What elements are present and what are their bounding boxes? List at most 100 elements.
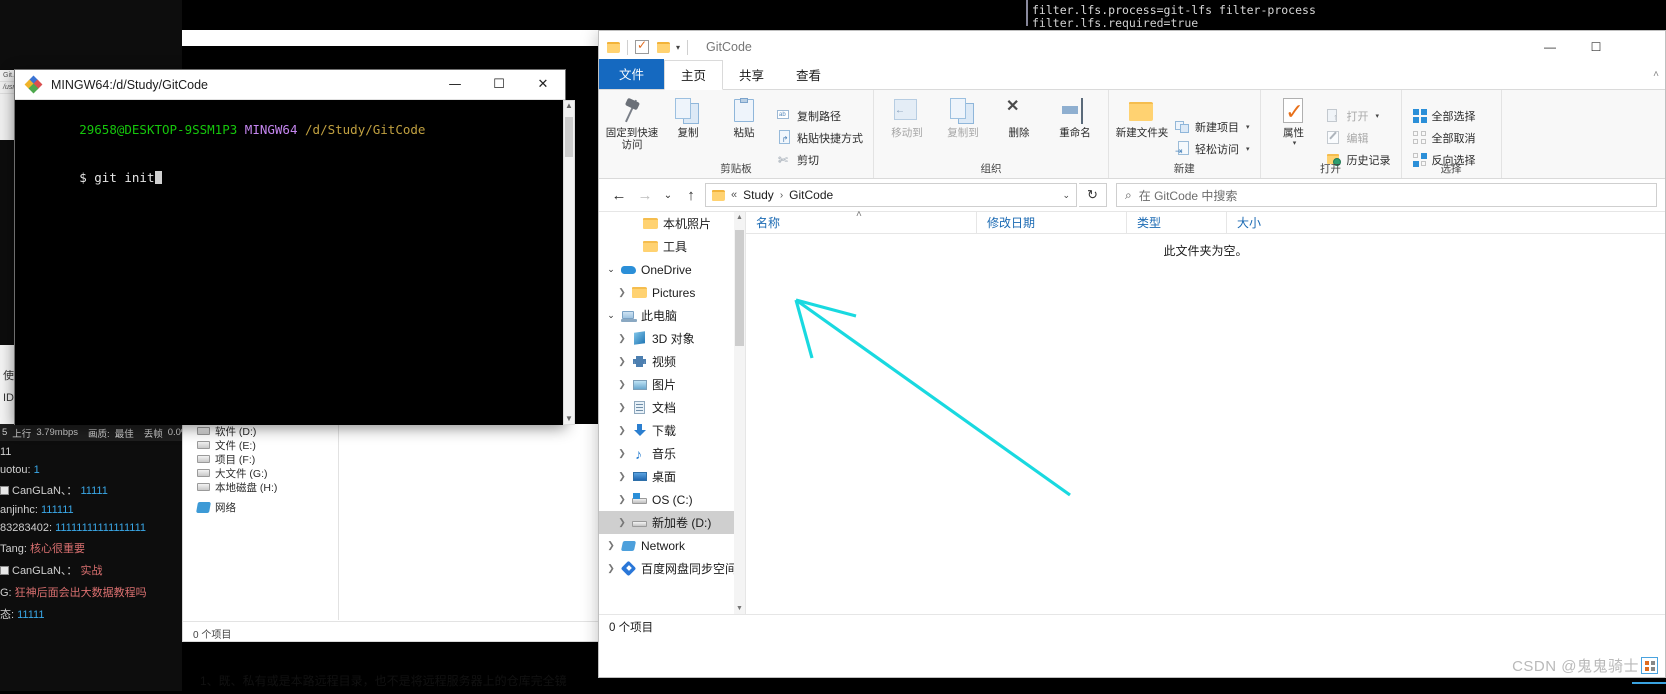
address-dropdown-icon[interactable]: ⌄ [1062,190,1070,201]
back-button[interactable]: ← [607,183,631,207]
breadcrumb-gitcode[interactable]: GitCode [789,188,833,202]
nav-item-本机照片[interactable]: 本机照片 [599,212,745,235]
nav-item-文档[interactable]: ❯ 文档 [599,396,745,419]
column-header-修改日期[interactable]: 修改日期 [976,211,1126,234]
nav-scroll-up-arrow[interactable]: ▲ [734,214,745,221]
chevron-right-icon[interactable]: ❯ [605,540,617,551]
address-folder-icon [712,189,725,201]
terminal-scrollbar[interactable]: ▲ ▼ [563,100,575,425]
ribbon-tab-strip[interactable]: 文件 主页 共享 查看 [599,59,1665,90]
ribbon-button-打开[interactable]: ↑ 打开 ▾ [1323,106,1395,125]
terminal-output-area[interactable]: 29658@DESKTOP-9SSM1P3 MINGW64 /d/Study/G… [15,100,565,425]
nav-item-此电脑[interactable]: ⌄ 此电脑 [599,304,745,327]
chevron-right-icon[interactable]: ❯ [616,471,628,482]
terminal-maximize-button[interactable]: ☐ [477,70,521,100]
ribbon-button-新建项目[interactable]: 新建项目 ▾ [1171,117,1254,136]
nav-scroll-thumb[interactable] [735,230,744,346]
chevron-down-icon[interactable]: ⌄ [605,310,617,321]
navigation-tree[interactable]: 本机照片 工具 ⌄ OneDrive ❯ Pictures ⌄ 此电脑 ❯ 3D 对象 ❯ 视频 ❯ 图片… [599,212,745,580]
column-header-row[interactable]: 名称 ˄ 修改日期 类型 大小 [746,209,1665,234]
chevron-right-icon[interactable]: ❯ [616,379,628,390]
nav-item-音乐[interactable]: ❯ ♪ 音乐 [599,442,745,465]
chevron-right-icon[interactable]: ❯ [616,425,628,436]
forward-button[interactable]: → [633,183,657,207]
file-explorer-window[interactable]: ▾ GitCode — ☐ 文件主页共享查看 固定到快速访问 复制 粘贴 ab 复制路径… [598,30,1666,678]
nav-item-下载[interactable]: ❯ 下载 [599,419,745,442]
tab-share[interactable]: 共享 [723,61,780,89]
chevron-right-icon[interactable]: ❯ [616,517,628,528]
nav-item-视频[interactable]: ❯ 视频 [599,350,745,373]
nav-item-3D 对象[interactable]: ❯ 3D 对象 [599,327,745,350]
ribbon-button-编辑[interactable]: 编辑 [1323,128,1395,147]
copy-to-icon [950,98,976,124]
explorer-minimize-button[interactable]: — [1527,31,1573,63]
tab-file[interactable]: 文件 [599,59,665,89]
ribbon-collapse-icon[interactable]: ˄ [1653,69,1659,80]
ribbon-button-全部取消[interactable]: 全部取消 [1408,128,1480,147]
navigation-pane[interactable]: 本机照片 工具 ⌄ OneDrive ❯ Pictures ⌄ 此电脑 ❯ 3D 对象 ❯ 视频 ❯ 图片… [599,212,746,614]
explorer-maximize-button[interactable]: ☐ [1573,31,1619,63]
chevron-right-icon[interactable]: ❯ [616,333,628,344]
ribbon-button-轻松访问[interactable]: ⇥ 轻松访问 ▾ [1171,139,1254,158]
file-list-pane[interactable]: 名称 ˄ 修改日期 类型 大小 此文件夹为空。 [746,209,1665,614]
ribbon-toolbar[interactable]: 固定到快速访问 复制 粘贴 ab 复制路径 ↱ 粘贴快捷方式 ✄ 剪切 剪贴板 ← 移动到 复制到 ✕ 删除… [599,89,1665,179]
new-folder-icon[interactable] [657,41,670,53]
terminal-title-bar[interactable]: MINGW64:/d/Study/GitCode — ☐ ✕ [15,70,565,100]
column-header-名称[interactable]: 名称 ˄ [746,209,976,234]
refresh-button[interactable]: ↻ [1079,183,1107,207]
scroll-up-arrow[interactable]: ▲ [564,101,574,110]
address-bar[interactable]: « Study › GitCode ⌄ [705,183,1077,207]
breadcrumb-study[interactable]: Study [743,188,774,202]
nav-item-工具[interactable]: 工具 [599,235,745,258]
chevron-right-icon[interactable]: ❯ [616,356,628,367]
properties-check-icon[interactable] [635,38,649,54]
nav-scroll-down-arrow[interactable]: ▼ [734,605,745,612]
status-frame: 5 [2,427,8,438]
nav-item-Pictures[interactable]: ❯ Pictures [599,281,745,304]
terminal-close-button[interactable]: ✕ [521,70,565,100]
scroll-thumb[interactable] [565,117,573,157]
scroll-down-arrow[interactable]: ▼ [564,414,574,423]
customize-caret-icon[interactable]: ▾ [676,43,680,52]
terminal-minimize-button[interactable]: — [433,70,477,100]
tab-home[interactable]: 主页 [664,60,724,90]
nav-item-新加卷 (D:)[interactable]: ❯ 新加卷 (D:) [599,511,745,534]
chevron-right-icon[interactable]: ❯ [616,448,628,459]
dropdown-caret-icon[interactable]: ▾ [1246,145,1250,153]
ribbon-button-粘贴快捷方式[interactable]: ↱ 粘贴快捷方式 [773,128,867,147]
up-button[interactable]: ↑ [679,183,703,207]
navigation-scrollbar[interactable]: ▲ ▼ [734,212,745,614]
chevron-right-icon[interactable]: ❯ [616,494,628,505]
column-header-大小[interactable]: 大小 [1226,211,1306,234]
chevron-down-icon[interactable]: ⌄ [605,264,617,275]
recent-locations-button[interactable]: ⌄ [659,183,677,207]
dropdown-caret-icon[interactable]: ▾ [1246,123,1250,131]
address-toolbar[interactable]: ← → ⌄ ↑ « Study › GitCode ⌄ ↻ ⌕ 在 GitCod… [599,179,1665,211]
ribbon-group-label: 剪贴板 [720,163,752,175]
mingw64-terminal-window[interactable]: MINGW64:/d/Study/GitCode — ☐ ✕ 29658@DES… [14,69,575,425]
chevron-right-icon[interactable]: ❯ [605,563,617,574]
search-input[interactable]: ⌕ 在 GitCode 中搜索 [1116,183,1657,207]
nav-item-图片[interactable]: ❯ 图片 [599,373,745,396]
terminal-title-text: MINGW64:/d/Study/GitCode [51,77,209,92]
breadcrumb-overflow-icon[interactable]: « [731,189,737,201]
tab-view[interactable]: 查看 [780,61,837,89]
nav-item-OneDrive[interactable]: ⌄ OneDrive [599,258,745,281]
nav-item-Network[interactable]: ❯ Network [599,534,745,557]
folder-icon[interactable] [607,41,620,53]
explorer-close-button[interactable] [1619,31,1665,63]
column-header-类型[interactable]: 类型 [1126,211,1226,234]
ribbon-button-全部选择[interactable]: 全部选择 [1408,106,1480,125]
dropdown-caret-icon[interactable]: ▾ [1293,139,1297,147]
explorer-window-controls[interactable]: — ☐ [1527,31,1665,63]
nav-item-百度网盘同步空间[interactable]: ❯ 百度网盘同步空间 [599,557,745,580]
nav-item-桌面[interactable]: ❯ 桌面 [599,465,745,488]
terminal-prompt-line: 29658@DESKTOP-9SSM1P3 MINGW64 /d/Study/G… [19,106,565,154]
move-to-icon: ← [894,98,920,124]
chevron-right-icon[interactable]: ❯ [616,287,628,298]
explorer-title-bar[interactable]: ▾ GitCode — ☐ [599,31,1665,63]
dropdown-caret-icon[interactable]: ▾ [1376,112,1380,120]
ribbon-button-复制路径[interactable]: ab 复制路径 [773,106,867,125]
nav-item-OS (C:)[interactable]: ❯ OS (C:) [599,488,745,511]
chevron-right-icon[interactable]: ❯ [616,402,628,413]
